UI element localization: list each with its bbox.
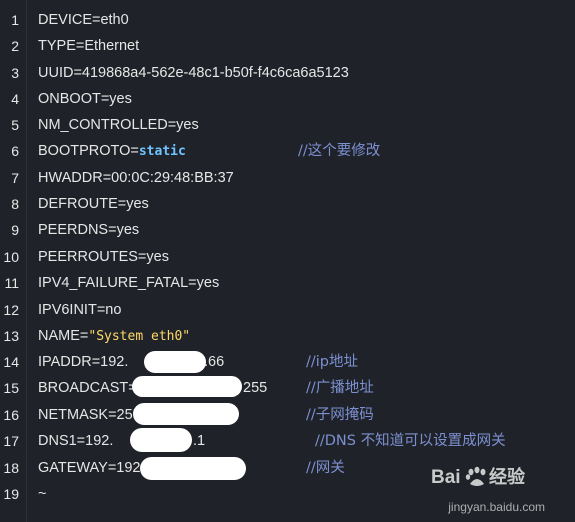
redaction-mask xyxy=(144,351,206,373)
line-number: 18 xyxy=(3,460,19,476)
line-number: 1 xyxy=(11,12,19,28)
line-number: 17 xyxy=(3,433,19,449)
line-text: HWADDR=00:0C:29:48:BB:37 xyxy=(38,170,234,186)
line-comment: //ip地址 xyxy=(306,354,359,370)
baidu-paw-logo-icon: Bai 经验 xyxy=(431,466,526,488)
line-text: NAME="System eth0" xyxy=(38,323,190,350)
line-text: NM_CONTROLLED=yes xyxy=(38,117,199,133)
line-text: ~ xyxy=(38,486,47,502)
line-text: ONBOOT=yes xyxy=(38,91,132,107)
line-number: 4 xyxy=(11,91,19,107)
line-number: 15 xyxy=(3,380,19,396)
line-number: 12 xyxy=(3,302,19,318)
line-number: 3 xyxy=(11,65,19,81)
line-number: 13 xyxy=(3,328,19,344)
svg-text:Bai: Bai xyxy=(431,467,461,488)
line-text: PEERROUTES=yes xyxy=(38,249,169,265)
code-line-4[interactable]: 4 ONBOOT=yes xyxy=(0,86,575,112)
line-text: IPV6INIT=no xyxy=(38,302,122,318)
line-comment: //网关 xyxy=(306,460,345,476)
line-number: 14 xyxy=(3,354,19,370)
code-line-6[interactable]: 6 BOOTPROTO=static //这个要修改 xyxy=(0,138,575,164)
code-line-16[interactable]: 16 NETMASK=255 0 //子网掩码 xyxy=(0,402,575,428)
keyword-token: static xyxy=(138,144,186,159)
line-number: 8 xyxy=(11,196,19,212)
redaction-mask xyxy=(140,457,246,480)
line-key: NAME= xyxy=(38,328,89,344)
line-number: 19 xyxy=(3,486,19,502)
redaction-mask xyxy=(132,376,242,397)
line-text-tail: .66 xyxy=(204,354,225,370)
line-text: BOOTPROTO=static xyxy=(38,138,186,165)
code-editor[interactable]: 1 DEVICE=eth0 2 TYPE=Ethernet 3 UUID=419… xyxy=(0,0,575,522)
line-text-tail: 255 xyxy=(243,380,268,396)
line-text: DNS1=192. xyxy=(38,433,114,449)
line-number: 2 xyxy=(11,38,19,54)
line-text: IPADDR=192. xyxy=(38,354,129,370)
line-number: 6 xyxy=(11,143,19,159)
line-text: TYPE=Ethernet xyxy=(38,38,140,54)
code-line-10[interactable]: 10 PEERROUTES=yes xyxy=(0,244,575,270)
code-line-11[interactable]: 11 IPV4_FAILURE_FATAL=yes xyxy=(0,270,575,296)
code-line-7[interactable]: 7 HWADDR=00:0C:29:48:BB:37 xyxy=(0,165,575,191)
line-number: 16 xyxy=(3,407,19,423)
code-line-5[interactable]: 5 NM_CONTROLLED=yes xyxy=(0,112,575,138)
code-line-8[interactable]: 8 DEFROUTE=yes xyxy=(0,191,575,217)
watermark-site: jingyan.baidu.com xyxy=(448,500,545,514)
string-token: "System eth0" xyxy=(88,329,191,344)
line-text: NETMASK=255 xyxy=(38,407,141,423)
line-text-tail: .1 xyxy=(193,433,206,449)
code-line-17[interactable]: 17 DNS1=192. .1 //DNS 不知道可以设置成网关 xyxy=(0,428,575,454)
line-text: UUID=419868a4-562e-48c1-b50f-f4c6ca6a512… xyxy=(38,65,349,81)
line-comment: //DNS 不知道可以设置成网关 xyxy=(315,433,506,449)
code-line-2[interactable]: 2 TYPE=Ethernet xyxy=(0,33,575,59)
code-line-13[interactable]: 13 NAME="System eth0" xyxy=(0,323,575,349)
redaction-mask xyxy=(133,403,239,425)
svg-text:经验: 经验 xyxy=(489,466,526,488)
code-line-12[interactable]: 12 IPV6INIT=no xyxy=(0,297,575,323)
line-number: 5 xyxy=(11,117,19,133)
code-line-1[interactable]: 1 DEVICE=eth0 xyxy=(0,7,575,33)
code-line-15[interactable]: 15 BROADCAST=192 255 //广播地址 xyxy=(0,375,575,401)
line-number: 10 xyxy=(3,249,19,265)
line-key: BOOTPROTO= xyxy=(38,143,139,159)
code-line-3[interactable]: 3 UUID=419868a4-562e-48c1-b50f-f4c6ca6a5… xyxy=(0,60,575,86)
line-text: DEVICE=eth0 xyxy=(38,12,129,28)
line-comment: //子网掩码 xyxy=(306,407,374,423)
line-text: IPV4_FAILURE_FATAL=yes xyxy=(38,275,220,291)
line-comment: //这个要修改 xyxy=(298,143,381,159)
redaction-mask xyxy=(130,428,192,452)
code-line-14[interactable]: 14 IPADDR=192. .66 //ip地址 xyxy=(0,349,575,375)
line-text: GATEWAY=192 xyxy=(38,460,141,476)
line-comment: //广播地址 xyxy=(306,380,374,396)
line-number: 7 xyxy=(11,170,19,186)
baidu-jingyan-watermark: Bai 经验 xyxy=(429,462,549,492)
line-text: PEERDNS=yes xyxy=(38,222,140,238)
line-number: 11 xyxy=(4,275,19,291)
code-line-9[interactable]: 9 PEERDNS=yes xyxy=(0,217,575,243)
line-text: DEFROUTE=yes xyxy=(38,196,149,212)
line-number: 9 xyxy=(11,222,19,238)
